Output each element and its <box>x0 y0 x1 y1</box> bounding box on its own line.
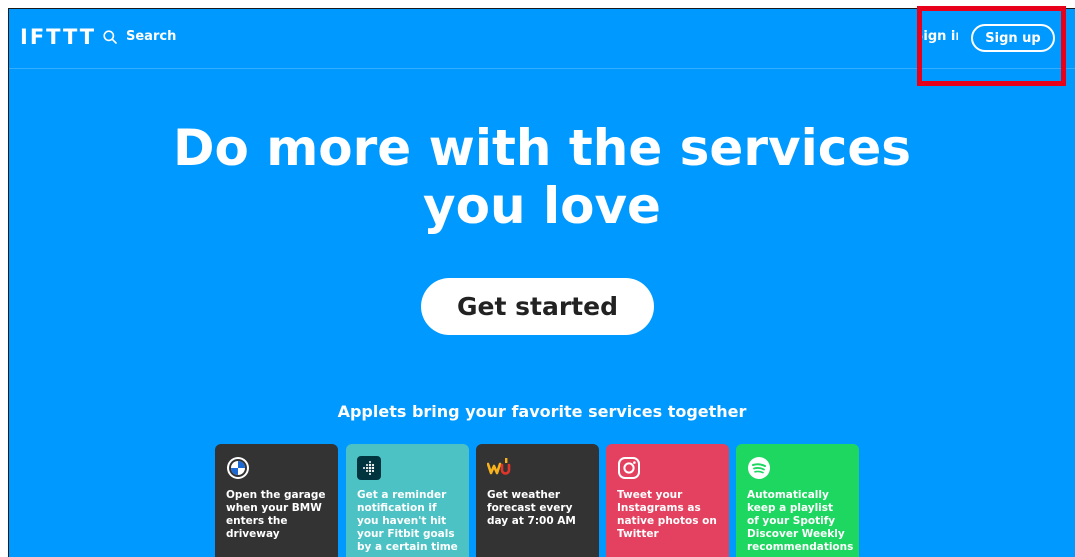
search-button[interactable]: Search <box>103 29 176 44</box>
hero-heading: Do more with the services you love <box>9 119 1075 235</box>
applet-card-title: Get weather forecast every day at 7:00 A… <box>487 489 576 527</box>
search-label: Search <box>126 29 177 44</box>
sign-in-link[interactable]: Sign in <box>922 29 958 44</box>
bmw-logo-icon <box>226 456 250 480</box>
hero-title-line-1: Do more with the services <box>172 119 912 177</box>
search-icon <box>103 29 117 44</box>
hero-title-line-2: you love <box>423 177 661 235</box>
sign-up-button[interactable]: Sign up <box>971 24 1055 52</box>
fitbit-logo-icon <box>357 456 381 480</box>
applet-card-title: Get a reminder notification if you haven… <box>357 489 458 553</box>
applet-card-instagram[interactable]: Tweet your Instagrams as native photos o… <box>606 444 729 557</box>
instagram-logo-icon <box>617 456 641 480</box>
spotify-logo-icon <box>747 456 771 480</box>
applet-card-title: Open the garage when your BMW enters the… <box>226 489 326 540</box>
get-started-button[interactable]: Get started <box>421 278 654 335</box>
applet-card-weather-underground[interactable]: Get weather forecast every day at 7:00 A… <box>476 444 599 557</box>
applet-card-title: Tweet your Instagrams as native photos o… <box>617 489 717 540</box>
applet-card-bmw[interactable]: Open the garage when your BMW enters the… <box>215 444 338 557</box>
applet-card-spotify[interactable]: Automatically keep a playlist of your Sp… <box>736 444 859 557</box>
applet-card-fitbit[interactable]: Get a reminder notification if you haven… <box>346 444 469 557</box>
ifttt-logo[interactable]: IFTTT <box>20 25 96 49</box>
sign-in-label: Sign in <box>922 29 958 44</box>
weather-underground-logo-icon <box>487 456 511 480</box>
applet-card-title: Automatically keep a playlist of your Sp… <box>747 489 854 553</box>
top-navigation: IFTTT Search Sign in Sign up <box>9 9 1075 69</box>
applets-tagline: Applets bring your favorite services tog… <box>337 402 747 421</box>
ifttt-homepage: IFTTT Search Sign in Sign up Do more wit… <box>8 8 1075 557</box>
